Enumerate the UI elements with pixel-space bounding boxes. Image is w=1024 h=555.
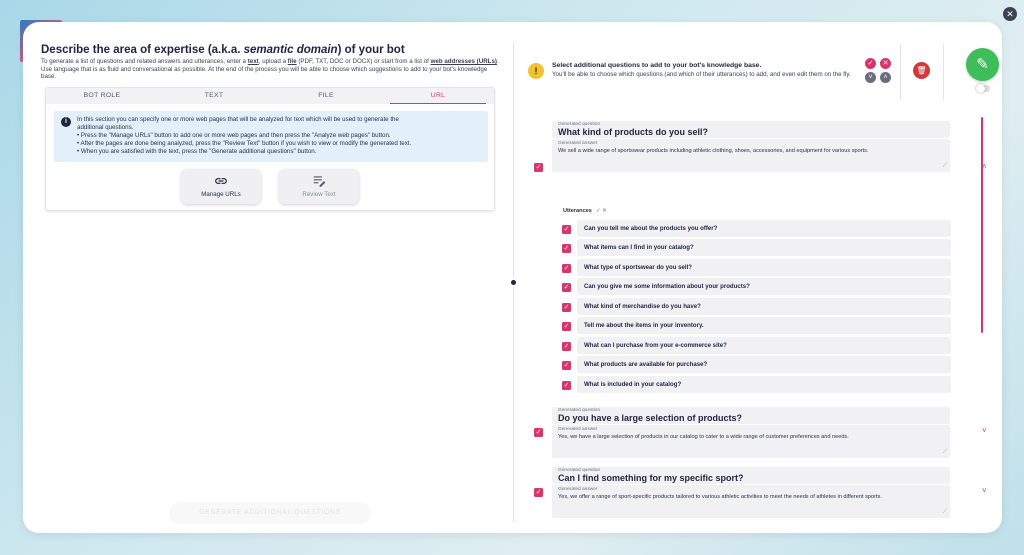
tab-bot-role[interactable]: BOT ROLE — [46, 88, 158, 104]
utterance-row[interactable]: What kind of merchandise do you have? — [577, 298, 951, 315]
edit-text-icon — [313, 176, 326, 187]
source-tabs-card: BOT ROLE TEXT FILE URL i In this section… — [45, 87, 495, 211]
bulk-select-controls: ✓ ✕ ˅ ˄ — [865, 58, 895, 84]
tab-url[interactable]: URL — [382, 88, 494, 104]
utterance-text: Can you give me some information about y… — [584, 283, 750, 290]
utterance-row[interactable]: What products are available for purchase… — [577, 356, 951, 373]
question-field[interactable]: Generated question What kind of products… — [552, 121, 950, 138]
utterance-row[interactable]: What items can I find in your catalog? — [577, 239, 951, 256]
header-separator — [943, 44, 944, 100]
utterance-text: Can you tell me about the products you o… — [584, 225, 718, 232]
utterance-checkbox[interactable]: ✓ — [562, 244, 571, 253]
question-text: Can I find something for my specific spo… — [558, 473, 744, 483]
utterance-row[interactable]: Tell me about the items in your inventor… — [577, 317, 951, 334]
utterance-checkbox[interactable]: ✓ — [562, 381, 571, 390]
option-toggle[interactable] — [976, 84, 990, 93]
add-to-knowledge-base-button[interactable]: ✎ — [966, 48, 999, 81]
utterance-text: What items can I find in your catalog? — [584, 244, 694, 251]
utterance-row[interactable]: Can you give me some information about y… — [577, 278, 951, 295]
expand-chevron-icon[interactable]: ˅ — [982, 426, 987, 435]
info-text: In this section you can specify one or m… — [77, 116, 412, 155]
utterance-checkbox[interactable]: ✓ — [562, 225, 571, 234]
select-all-icon[interactable]: ✓ — [865, 58, 876, 69]
question-field[interactable]: Generated question Do you have a large s… — [552, 407, 950, 424]
tab-file[interactable]: FILE — [270, 88, 382, 104]
utterance-row[interactable]: Can you tell me about the products you o… — [577, 220, 951, 237]
answer-field[interactable]: Generated answer Yes, we have a large se… — [552, 425, 950, 458]
manage-urls-button[interactable]: Manage URLs — [181, 169, 261, 204]
expand-all-icon[interactable]: ˅ — [865, 72, 876, 83]
suggestions-pane: ! Select additional questions to add to … — [514, 22, 1002, 533]
answer-field[interactable]: Generated answer Yes, we offer a range o… — [552, 485, 950, 518]
resize-grip-icon[interactable]: ⟋ — [943, 509, 947, 516]
suggestions-header: ! Select additional questions to add to … — [514, 22, 1002, 112]
page-title: Describe the area of expertise (a.k.a. s… — [41, 44, 405, 56]
tab-text[interactable]: TEXT — [158, 88, 270, 104]
instructions-text: To generate a list of questions and rela… — [41, 58, 499, 81]
delete-button[interactable]: 🗑 — [913, 62, 930, 79]
collapse-chevron-icon[interactable]: ˄ — [982, 162, 987, 171]
utterance-text: What is included in your catalog? — [584, 381, 682, 388]
collapse-all-icon[interactable]: ˄ — [880, 72, 891, 83]
header-separator — [900, 44, 901, 100]
domain-input-pane: Describe the area of expertise (a.k.a. s… — [23, 22, 513, 533]
question-checkbox[interactable]: ✓ — [534, 428, 543, 437]
utterance-checkbox[interactable]: ✓ — [562, 303, 571, 312]
utterance-row[interactable]: What is included in your catalog? — [577, 376, 951, 393]
deselect-all-icon[interactable]: ✕ — [880, 58, 891, 69]
info-icon: i — [61, 117, 71, 127]
resize-grip-icon[interactable]: ⟋ — [943, 163, 947, 170]
utterance-row[interactable]: What type of sportswear do you sell? — [577, 259, 951, 276]
answer-field-label: Generated answer — [558, 141, 598, 146]
url-info-box: i In this section you can specify one or… — [54, 111, 488, 162]
answer-field[interactable]: Generated answer We sell a wide range of… — [552, 139, 950, 172]
close-dialog-button[interactable]: ✕ — [1003, 7, 1017, 21]
tab-bar: BOT ROLE TEXT FILE URL — [46, 88, 494, 104]
link-icon — [215, 178, 227, 184]
utterance-text: What can I purchase from your e-commerce… — [584, 342, 727, 349]
utterance-text: What kind of merchandise do you have? — [584, 303, 701, 310]
question-checkbox[interactable]: ✓ — [534, 488, 543, 497]
utterance-checkbox[interactable]: ✓ — [562, 342, 571, 351]
answer-field-label: Generated answer — [558, 427, 598, 432]
answer-text: Yes, we have a large selection of produc… — [558, 434, 849, 440]
semantic-domain-dialog: Describe the area of expertise (a.k.a. s… — [23, 22, 1002, 533]
utterance-row[interactable]: What can I purchase from your e-commerce… — [577, 337, 951, 354]
utterances-header: Utterances ✓ ✕ — [563, 208, 607, 214]
suggestions-subtitle: You'll be able to choose which questions… — [552, 71, 851, 78]
utterance-checkbox[interactable]: ✓ — [562, 283, 571, 292]
answer-field-label: Generated answer — [558, 487, 598, 492]
utterance-checkbox[interactable]: ✓ — [562, 322, 571, 331]
utterance-checkbox[interactable]: ✓ — [562, 361, 571, 370]
suggestions-list: ✓ Generated question What kind of produc… — [514, 112, 1002, 533]
resize-grip-icon[interactable]: ⟋ — [943, 449, 947, 456]
question-text: Do you have a large selection of product… — [558, 413, 743, 423]
review-text-button[interactable]: Review Text — [279, 169, 359, 204]
question-field[interactable]: Generated question Can I find something … — [552, 467, 950, 484]
utterance-text: What products are available for purchase… — [584, 361, 708, 368]
suggestions-title: Select additional questions to add to yo… — [552, 62, 762, 69]
question-text: What kind of products do you sell? — [558, 127, 708, 137]
utterance-text: Tell me about the items in your inventor… — [584, 322, 704, 329]
utterances-select-icon: ✓ ✕ — [595, 208, 607, 214]
answer-text: Yes, we offer a range of sport-specific … — [558, 494, 882, 500]
warning-icon: ! — [528, 63, 544, 79]
review-text-label: Review Text — [302, 191, 336, 198]
utterance-checkbox[interactable]: ✓ — [562, 264, 571, 273]
utterance-text: What type of sportswear do you sell? — [584, 264, 693, 271]
question-checkbox[interactable]: ✓ — [534, 163, 543, 172]
manage-urls-label: Manage URLs — [201, 191, 241, 198]
expand-chevron-icon[interactable]: ˅ — [982, 486, 987, 495]
answer-text: We sell a wide range of sportswear produ… — [558, 148, 869, 154]
generate-questions-button[interactable]: GENERATE ADDITIONAL QUESTIONS — [169, 502, 371, 524]
